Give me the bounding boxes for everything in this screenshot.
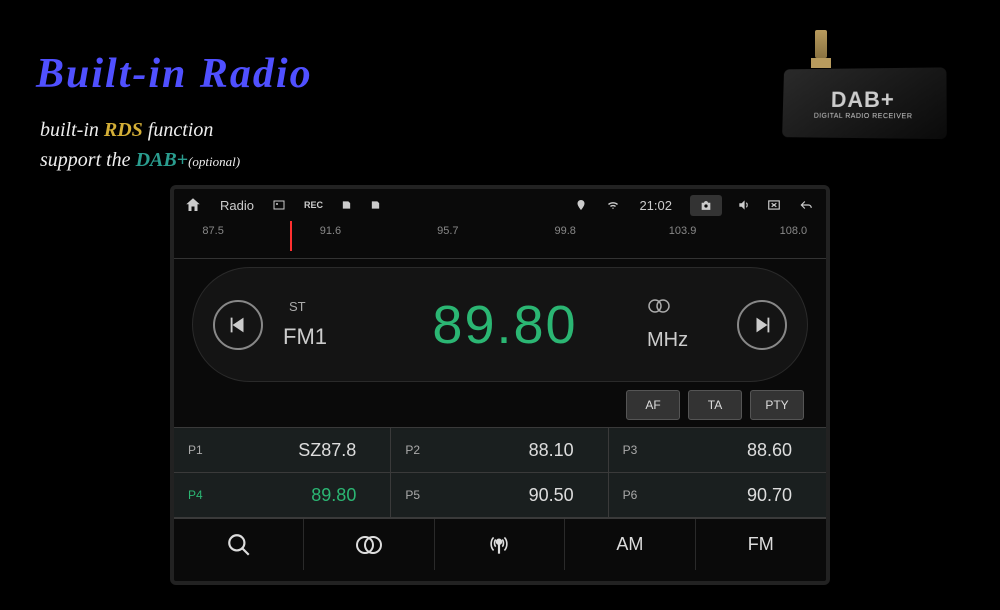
- sd2-icon: [370, 198, 381, 212]
- volume-icon[interactable]: [736, 198, 752, 212]
- dab-device-image: DAB+ DIGITAL RADIO RECEIVER: [780, 30, 960, 150]
- preset-p1[interactable]: P1 SZ87.8: [174, 428, 391, 473]
- preset-p4[interactable]: P4 89.80: [174, 473, 391, 518]
- preset-p5[interactable]: P5 90.50: [391, 473, 608, 518]
- tuner-needle: [290, 221, 292, 251]
- tick: 103.9: [669, 225, 697, 237]
- broadcast-button[interactable]: [435, 519, 565, 570]
- sd-icon: [341, 198, 352, 212]
- clock-time: 21:02: [639, 198, 672, 213]
- antenna-icon: [815, 30, 827, 58]
- back-icon[interactable]: [796, 198, 816, 212]
- promo-text: function: [143, 119, 214, 141]
- am-button[interactable]: AM: [565, 519, 695, 570]
- stereo-button[interactable]: [304, 519, 434, 570]
- device-sub: DIGITAL RADIO RECEIVER: [814, 112, 913, 119]
- tick: 87.5: [202, 225, 223, 237]
- app-name: Radio: [220, 198, 254, 213]
- promo-text: built-in: [40, 119, 104, 141]
- tick: 108.0: [780, 225, 808, 237]
- wifi-icon: [605, 199, 621, 211]
- ta-button[interactable]: TA: [688, 390, 742, 420]
- preset-num: P4: [188, 488, 208, 502]
- band-label: FM1: [283, 324, 327, 350]
- location-icon: [575, 198, 587, 212]
- frequency-scale[interactable]: 87.5 91.6 95.7 99.8 103.9 108.0: [174, 221, 826, 259]
- promo-optional: (optional): [188, 154, 240, 169]
- preset-value: SZ87.8: [234, 440, 376, 461]
- unit-label: MHz: [647, 329, 688, 352]
- options-row: AF TA PTY: [174, 382, 826, 427]
- promo-subtitle: built-in RDS function support the DAB+(o…: [40, 115, 240, 175]
- promo-text: support the: [40, 149, 136, 171]
- preset-value: 88.10: [451, 440, 593, 461]
- preset-p3[interactable]: P3 88.60: [609, 428, 826, 473]
- promo-dab: DAB+: [136, 149, 189, 171]
- bottom-bar: AM FM: [174, 518, 826, 570]
- preset-value: 90.50: [451, 485, 593, 506]
- af-button[interactable]: AF: [626, 390, 680, 420]
- next-button[interactable]: [737, 300, 787, 350]
- stereo-icon: [647, 298, 671, 319]
- dab-box: DAB+ DIGITAL RADIO RECEIVER: [782, 67, 947, 139]
- preset-num: P1: [188, 443, 208, 457]
- pty-button[interactable]: PTY: [750, 390, 804, 420]
- prev-button[interactable]: [213, 300, 263, 350]
- preset-num: P5: [405, 488, 425, 502]
- radio-screen: Radio REC 21:02: [170, 185, 830, 585]
- preset-value: 90.70: [669, 485, 812, 506]
- close-box-icon[interactable]: [766, 198, 782, 212]
- tick: 99.8: [554, 225, 575, 237]
- preset-value: 88.60: [669, 440, 812, 461]
- home-icon[interactable]: [184, 196, 202, 214]
- preset-num: P6: [623, 488, 643, 502]
- preset-num: P3: [623, 443, 643, 457]
- tuner-panel: ST FM1 89.80 MHz: [192, 267, 808, 382]
- camera-icon[interactable]: [690, 195, 722, 216]
- preset-p6[interactable]: P6 90.70: [609, 473, 826, 518]
- promo-title: Built-in Radio: [36, 50, 313, 98]
- rec-icon: REC: [304, 200, 323, 210]
- fm-button[interactable]: FM: [696, 519, 826, 570]
- preset-p2[interactable]: P2 88.10: [391, 428, 608, 473]
- promo-rds: RDS: [104, 119, 143, 141]
- tick: 95.7: [437, 225, 458, 237]
- image-icon: [272, 199, 286, 211]
- preset-num: P2: [405, 443, 425, 457]
- device-brand: DAB+: [831, 86, 895, 112]
- preset-value: 89.80: [234, 485, 376, 506]
- status-bar: Radio REC 21:02: [174, 189, 826, 221]
- tick: 91.6: [320, 225, 341, 237]
- frequency-display: 89.80: [383, 294, 627, 356]
- stereo-label: ST: [289, 299, 306, 314]
- search-button[interactable]: [174, 519, 304, 570]
- presets-grid: P1 SZ87.8 P2 88.10 P3 88.60 P4 89.80 P5 90.50 P6 90…: [174, 427, 826, 518]
